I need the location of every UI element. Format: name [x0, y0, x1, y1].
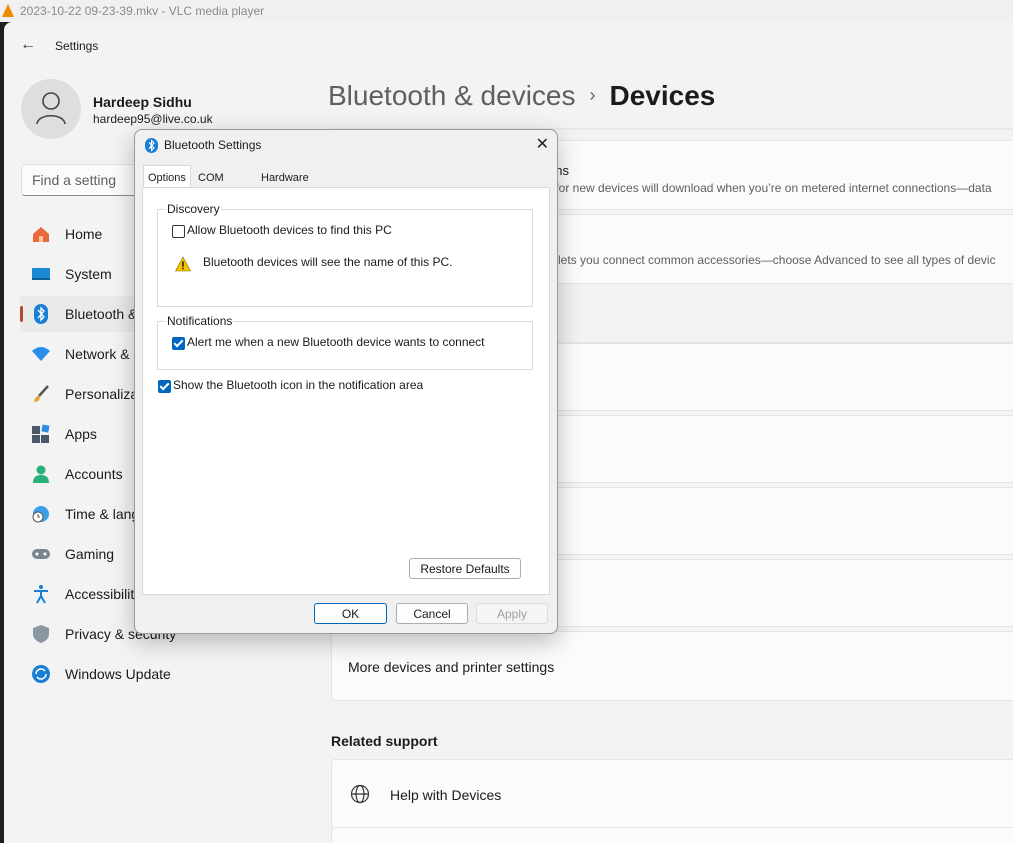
display-icon: [32, 268, 50, 280]
wifi-icon: [32, 347, 50, 361]
person-icon: [33, 465, 49, 483]
card-blank[interactable]: [331, 827, 1013, 843]
user-email: hardeep95@live.co.uk: [93, 112, 213, 126]
vlc-title-bar: 2023-10-22 09-23-39.mkv - VLC media play…: [0, 0, 1013, 22]
card-subtitle: ult lets you connect common accessories—…: [542, 253, 996, 267]
allow-discovery-checkbox[interactable]: [172, 225, 185, 238]
discovery-legend: Discovery: [166, 202, 221, 216]
bluetooth-icon: [34, 304, 48, 324]
cancel-button[interactable]: Cancel: [396, 603, 468, 624]
tab-com-ports[interactable]: COM Ports: [193, 167, 229, 204]
person-icon: [36, 92, 66, 125]
allow-discovery-label[interactable]: Allow Bluetooth devices to find this PC: [187, 223, 392, 237]
sidebar-item-windows-update[interactable]: Windows Update: [20, 656, 320, 692]
card-subtitle: s) for new devices will download when yo…: [542, 181, 992, 195]
globe-clock-icon: [32, 506, 49, 523]
gamepad-icon: [32, 549, 50, 559]
globe-icon: [350, 784, 370, 804]
back-arrow-icon[interactable]: ←: [20, 36, 36, 54]
tab-options[interactable]: Options: [143, 165, 191, 188]
card-title: Help with Devices: [390, 787, 502, 803]
sidebar-item-label: Accessibility: [65, 586, 142, 602]
related-support-heading: Related support: [331, 733, 438, 749]
dialog-title: Bluetooth Settings: [164, 138, 262, 152]
card-help-devices[interactable]: Help with Devices: [331, 759, 1013, 829]
show-bluetooth-icon-checkbox[interactable]: [158, 380, 171, 393]
close-icon[interactable]: ✕: [536, 134, 549, 154]
brush-icon: [34, 385, 49, 402]
breadcrumb-separator: ›: [589, 85, 596, 105]
options-panel: Discovery Allow Bluetooth devices to fin…: [142, 187, 550, 595]
app-title: Settings: [55, 39, 99, 53]
sidebar-item-label: Accounts: [65, 466, 123, 482]
page-title: Bluetooth & devices › Devices: [328, 80, 715, 112]
notifications-legend: Notifications: [166, 314, 234, 328]
restore-defaults-button[interactable]: Restore Defaults: [409, 558, 521, 579]
apps-icon: [32, 424, 50, 443]
accessibility-icon: [34, 585, 48, 604]
breadcrumb-parent[interactable]: Bluetooth & devices: [328, 80, 576, 111]
bluetooth-settings-dialog: Bluetooth Settings ✕ Options COM Ports H…: [134, 129, 558, 634]
notifications-group: Notifications Alert me when a new Blueto…: [157, 314, 533, 370]
discovery-warning-text: Bluetooth devices will see the name of t…: [203, 255, 453, 269]
sidebar-item-label: Apps: [65, 426, 97, 442]
show-bluetooth-icon-label[interactable]: Show the Bluetooth icon in the notificat…: [173, 378, 423, 392]
vlc-window-title: 2023-10-22 09-23-39.mkv - VLC media play…: [20, 4, 265, 18]
apply-button[interactable]: Apply: [476, 603, 548, 624]
tab-hardware[interactable]: Hardware: [256, 167, 314, 189]
user-name: Hardeep Sidhu: [93, 94, 192, 110]
bluetooth-icon: [145, 138, 158, 153]
alert-new-device-checkbox[interactable]: [172, 337, 185, 350]
update-icon: [32, 665, 50, 683]
card-title: More devices and printer settings: [348, 659, 555, 675]
discovery-group: Discovery Allow Bluetooth devices to fin…: [157, 202, 533, 307]
avatar[interactable]: [21, 79, 81, 139]
warning-icon: [175, 256, 191, 272]
ok-button[interactable]: OK: [314, 603, 387, 624]
breadcrumb-current: Devices: [609, 80, 716, 111]
home-icon: [33, 227, 49, 242]
vlc-cone-icon: [2, 4, 14, 17]
sidebar-item-label: Gaming: [65, 546, 115, 562]
sidebar-item-label: System: [65, 266, 112, 282]
sidebar-item-label: Home: [65, 226, 103, 242]
shield-icon: [33, 625, 49, 643]
alert-new-device-label[interactable]: Alert me when a new Bluetooth device wan…: [187, 335, 485, 349]
sidebar-item-label: Windows Update: [65, 666, 171, 682]
card-more-devices-printers[interactable]: More devices and printer settings: [331, 631, 1013, 701]
